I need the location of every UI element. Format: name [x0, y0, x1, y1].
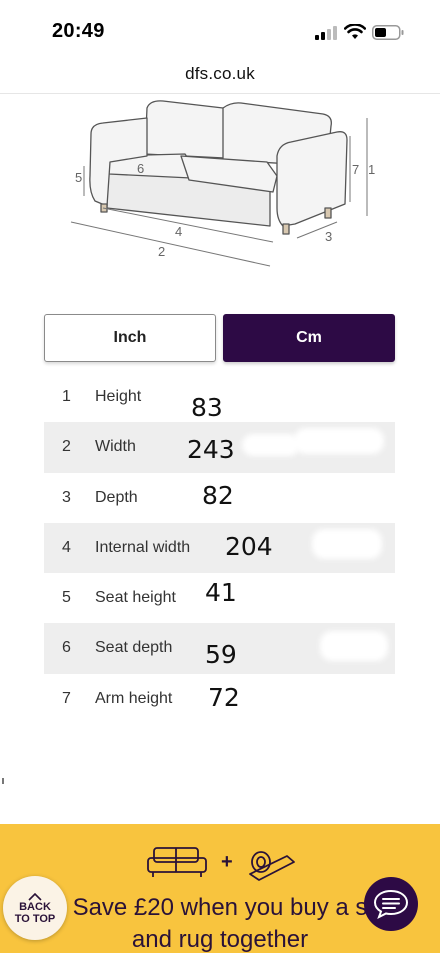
- table-row: 6 Seat depth 59: [44, 623, 395, 674]
- diagram-label-7: 7: [352, 162, 359, 177]
- back-to-top-label-2: TO TOP: [14, 913, 56, 925]
- dimension-number: 4: [62, 538, 71, 556]
- chat-button[interactable]: [364, 877, 418, 931]
- dimension-label: Arm height: [95, 689, 173, 707]
- dimension-number: 6: [62, 639, 71, 657]
- dimension-label: Internal width: [95, 538, 191, 556]
- promo-line-2: and rug together: [131, 926, 309, 953]
- diagram-label-5: 5: [75, 170, 82, 185]
- table-row: 5 Seat height 41: [44, 573, 395, 623]
- unit-toggle: Inch Cm: [44, 314, 396, 364]
- dimension-value: 41: [205, 578, 237, 608]
- status-bar: 20:49: [0, 0, 440, 58]
- chevron-up-icon: [28, 893, 42, 901]
- dimension-number: 7: [62, 689, 71, 707]
- dimension-value: 204: [225, 531, 273, 561]
- divider-mark: [2, 778, 4, 784]
- dimension-value: 72: [208, 682, 240, 712]
- url-text[interactable]: dfs.co.uk: [185, 64, 255, 84]
- diagram-label-1: 1: [368, 162, 375, 177]
- dimension-value: 59: [205, 640, 237, 670]
- diagram-label-3: 3: [325, 229, 332, 244]
- redaction-smudge: [242, 434, 300, 457]
- dimension-label: Seat height: [95, 589, 176, 607]
- dimension-label: Seat depth: [95, 639, 173, 657]
- dimension-value: 243: [187, 435, 235, 465]
- diagram-label-2: 2: [158, 244, 165, 259]
- table-row: 1 Height 83: [44, 372, 395, 422]
- dimension-number: 2: [62, 438, 71, 456]
- table-row: 4 Internal width 204: [44, 522, 395, 574]
- dimension-label: Height: [95, 388, 142, 405]
- back-to-top-button[interactable]: BACK TO TOP: [3, 876, 67, 940]
- diagram-label-6: 6: [137, 161, 144, 176]
- cm-button[interactable]: Cm: [223, 314, 395, 362]
- battery-icon: [372, 25, 404, 40]
- status-time: 20:49: [52, 20, 105, 42]
- dimension-number: 3: [62, 488, 71, 506]
- dimension-number: 1: [62, 388, 71, 405]
- rug-icon: [249, 851, 295, 881]
- inch-button[interactable]: Inch: [44, 314, 216, 362]
- address-bar[interactable]: dfs.co.uk: [0, 58, 440, 94]
- promo-icons: +: [147, 847, 295, 881]
- sofa-icon: [147, 847, 207, 877]
- back-to-top-label-1: BACK: [19, 901, 51, 913]
- dimensions-table: 1 Height 83 2 Width 243 3 Depth 82 4 Int…: [44, 372, 395, 724]
- redaction-smudge: [294, 428, 384, 455]
- plus-sign: +: [221, 851, 233, 873]
- dimension-number: 5: [62, 589, 71, 607]
- redaction-smudge: [312, 528, 382, 559]
- cellular-signal-icon: [315, 26, 337, 40]
- wifi-icon: [344, 24, 366, 39]
- redaction-smudge: [320, 631, 388, 662]
- table-row: 7 Arm height 72: [44, 674, 395, 724]
- sofa-dimensions-diagram: 1 2 3 4 5 6 7: [70, 100, 375, 267]
- dimension-value: 83: [191, 393, 223, 422]
- dimension-label: Width: [95, 438, 136, 456]
- table-row: 2 Width 243: [44, 422, 395, 473]
- chat-icon: [373, 889, 409, 919]
- diagram-label-4: 4: [175, 224, 182, 239]
- dimension-label: Depth: [95, 488, 138, 506]
- dimension-value: 82: [202, 480, 234, 510]
- table-row: 3 Depth 82: [44, 473, 395, 523]
